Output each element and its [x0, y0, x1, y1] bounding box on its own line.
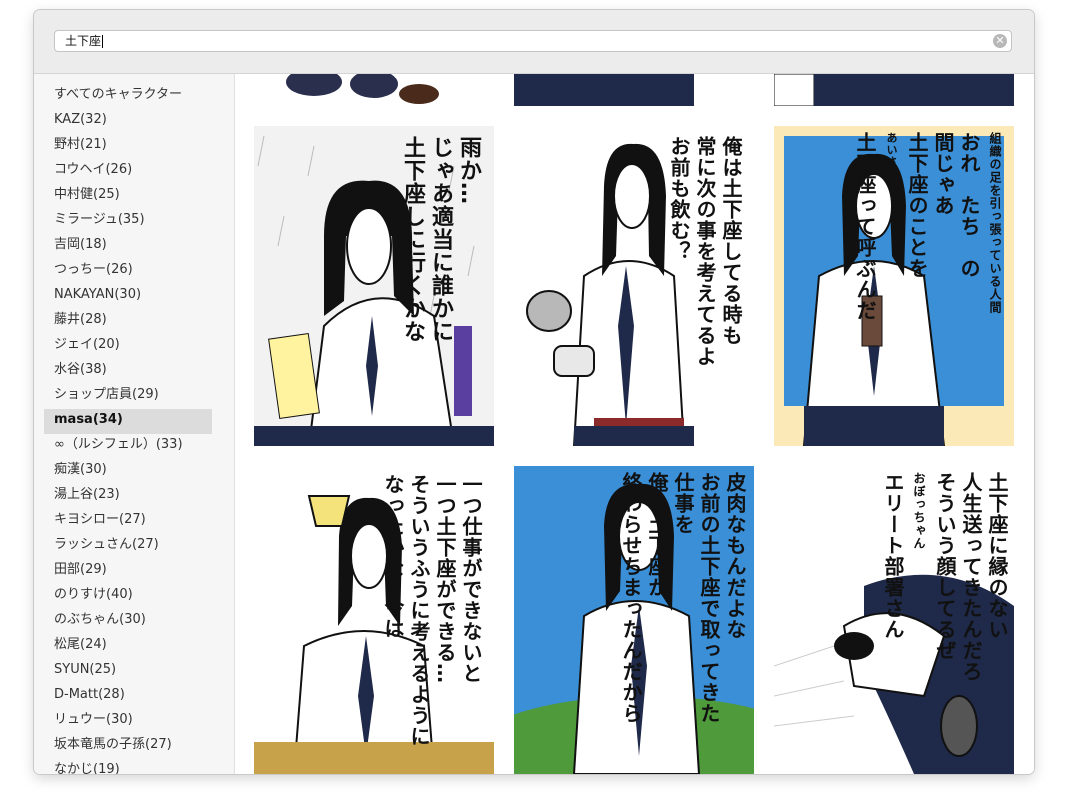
sticker-thumbnail[interactable]: 土下座に縁のない 人生送ってきたんだろ そういう顔してるぜ おぼっちゃん エリート部署さ… — [774, 466, 1014, 774]
sidebar-item[interactable]: NAKAYAN(30) — [44, 284, 212, 309]
sidebar-item[interactable]: SYUN(25) — [44, 659, 212, 684]
sidebar-item[interactable]: リュウー(30) — [44, 709, 212, 734]
sticker-caption: 皮肉なもんだよな お前の土下座で取ってきた 仕事を 俺の土下座が 終わらせちまったんだか… — [619, 472, 747, 724]
search-field[interactable]: 土下座 ✕ — [54, 30, 1012, 52]
sidebar-item[interactable]: ミラージュ(35) — [44, 209, 212, 234]
search-input[interactable]: 土下座 — [65, 33, 104, 49]
sidebar-item[interactable]: ラッシュさん(27) — [44, 534, 212, 559]
sticker-thumbnail[interactable] — [514, 74, 754, 106]
sticker-caption: 俺は土下座してる時も 常に次の事を考えてるよ お前も飲む？ — [667, 136, 743, 367]
sidebar-item[interactable]: 藤井(28) — [44, 309, 212, 334]
sidebar-item[interactable]: つっちー(26) — [44, 259, 212, 284]
sticker-thumbnail[interactable]: 皮肉なもんだよな お前の土下座で取ってきた 仕事を 俺の土下座が 終わらせちまったんだか… — [514, 466, 754, 774]
sticker-art — [254, 74, 494, 106]
sidebar-item[interactable]: すべてのキャラクター — [44, 84, 212, 109]
sticker-art — [774, 74, 1014, 106]
sidebar-item[interactable]: 野村(21) — [44, 134, 212, 159]
sticker-caption: 雨か… じゃあ適当に誰かに 土下座しに行くかな — [400, 136, 481, 343]
sticker-caption: 一つ仕事ができないと 一つ土下座ができる… そういうふうに考えるように なったかな−今… — [381, 474, 483, 747]
text-caret — [102, 35, 104, 48]
sidebar-item[interactable]: なかじ(19) — [44, 759, 212, 774]
sidebar-item[interactable]: コウヘイ(26) — [44, 159, 212, 184]
sticker-thumbnail[interactable] — [254, 74, 494, 106]
sidebar-item[interactable]: キヨシロー(27) — [44, 509, 212, 534]
sticker-caption: 土下座に縁のない 人生送ってきたんだろ そういう顔してるぜ おぼっちゃん エリート部署さ… — [881, 472, 1009, 682]
sticker-thumbnail[interactable] — [774, 74, 1014, 106]
sidebar-item[interactable]: 湯上谷(23) — [44, 484, 212, 509]
sticker-thumbnail[interactable]: 雨か… じゃあ適当に誰かに 土下座しに行くかな — [254, 126, 494, 446]
sticker-caption: 組織の足を引っ張っている人間 おれ たち の間じゃあ 土下座のことを あいさつ 土下座っ… — [853, 132, 1002, 321]
sidebar-item[interactable]: 坂本竜馬の子孫(27) — [44, 734, 212, 759]
sidebar-item[interactable]: 田部(29) — [44, 559, 212, 584]
sidebar-item[interactable]: 中村健(25) — [44, 184, 212, 209]
sidebar-item[interactable]: のぶちゃん(30) — [44, 609, 212, 634]
sticker-thumbnail[interactable]: 俺は土下座してる時も 常に次の事を考えてるよ お前も飲む？ — [514, 126, 754, 446]
character-sidebar: すべてのキャラクター KAZ(32) 野村(21) コウヘイ(26) 中村健(25) ミラ… — [34, 74, 235, 774]
sidebar-item[interactable]: D-Matt(28) — [44, 684, 212, 709]
sticker-thumbnail[interactable]: 一つ仕事ができないと 一つ土下座ができる… そういうふうに考えるように なったかな−今… — [254, 466, 494, 774]
sidebar-item[interactable]: 松尾(24) — [44, 634, 212, 659]
sidebar-item[interactable]: ∞（ルシフェル）(33) — [44, 434, 212, 459]
character-list: すべてのキャラクター KAZ(32) 野村(21) コウヘイ(26) 中村健(25) ミラ… — [34, 74, 234, 774]
sidebar-item[interactable]: のりすけ(40) — [44, 584, 212, 609]
sidebar-item[interactable]: 水谷(38) — [44, 359, 212, 384]
sidebar-item[interactable]: ショップ店員(29) — [44, 384, 212, 409]
sticker-art — [514, 74, 754, 106]
sidebar-item[interactable]: ジェイ(20) — [44, 334, 212, 359]
toolbar: 土下座 ✕ — [34, 10, 1034, 74]
sidebar-item[interactable]: masa(34) — [44, 409, 212, 434]
sticker-thumbnail[interactable]: 組織の足を引っ張っている人間 おれ たち の間じゃあ 土下座のことを あいさつ 土下座っ… — [774, 126, 1014, 446]
clear-search-icon[interactable]: ✕ — [993, 34, 1007, 48]
sidebar-item[interactable]: 吉岡(18) — [44, 234, 212, 259]
sidebar-item[interactable]: KAZ(32) — [44, 109, 212, 134]
sidebar-item[interactable]: 痴漢(30) — [44, 459, 212, 484]
sticker-search-window: 土下座 ✕ すべてのキャラクター KAZ(32) 野村(21) コウヘイ(26) 中村健… — [34, 10, 1034, 774]
sticker-grid: 雨か… じゃあ適当に誰かに 土下座しに行くかな 俺は土下座してる時も 常に次の事を考え… — [235, 74, 1034, 774]
